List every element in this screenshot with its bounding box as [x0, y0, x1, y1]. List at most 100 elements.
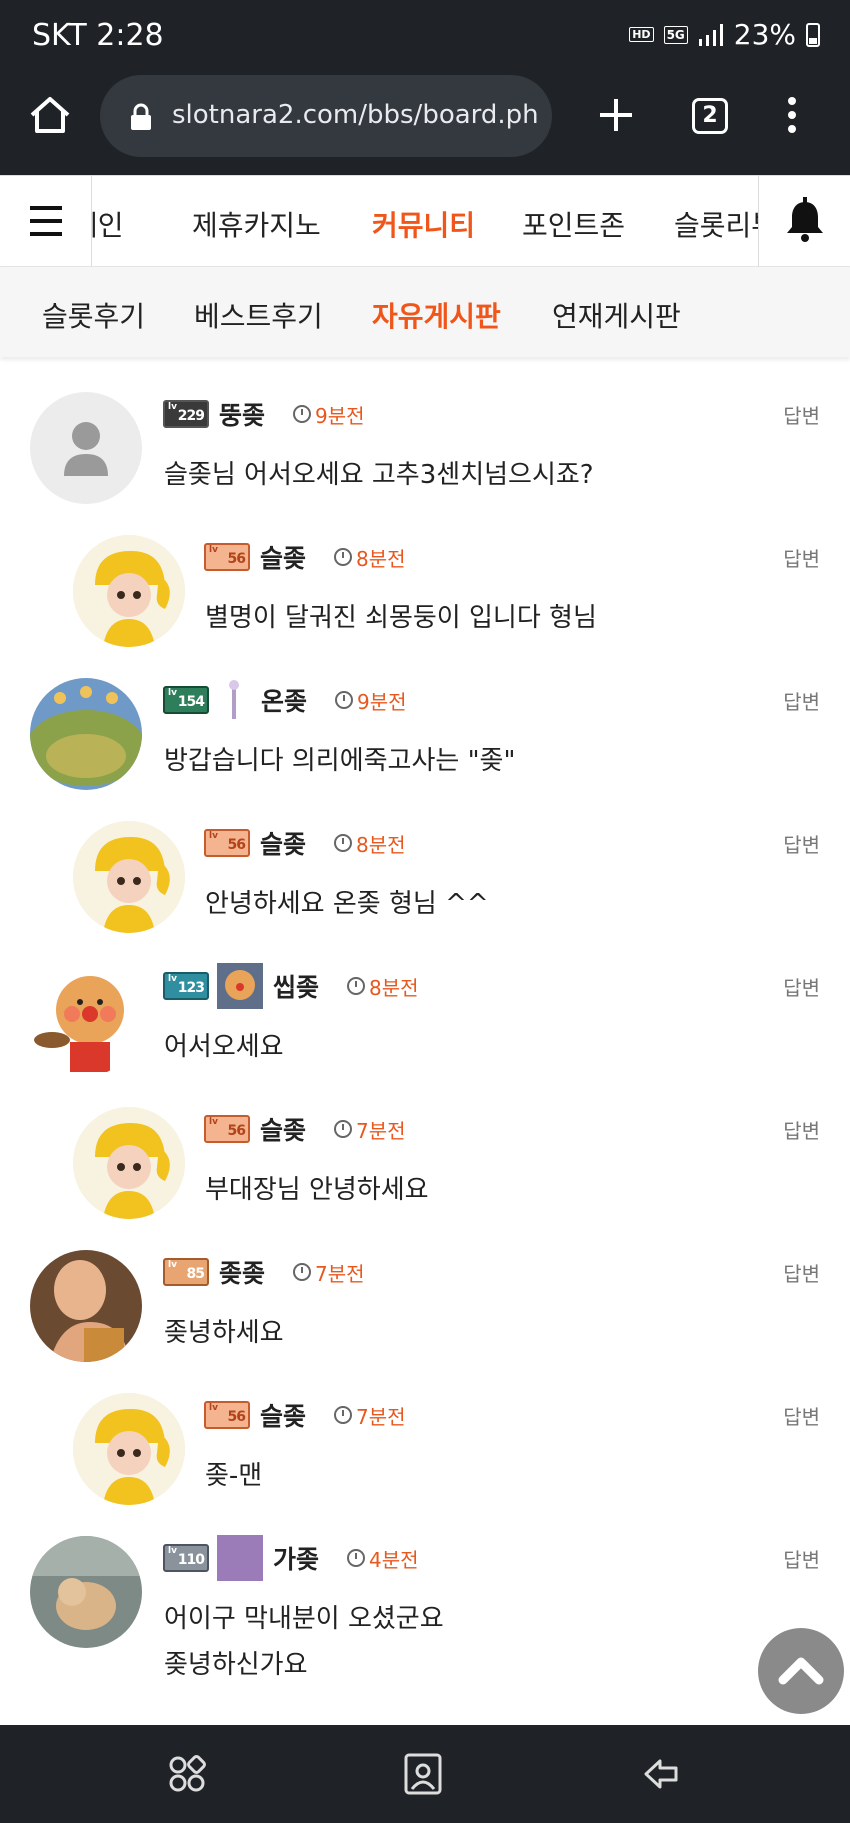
nickname[interactable]: 슬좆 — [260, 539, 306, 575]
back-icon[interactable] — [636, 1749, 686, 1799]
comment-meta: 56 슬좆 8분전 — [204, 823, 406, 863]
nickname[interactable]: 슬좆 — [260, 825, 306, 861]
nickname[interactable]: 온좆 — [261, 682, 307, 718]
avatar-yellow-character — [73, 1107, 185, 1219]
comment-text: 슬좆님 어서오세요 고추3센치넘으시죠? — [164, 460, 594, 490]
nav-item-point-zone[interactable]: 포인트존 — [522, 204, 625, 244]
comment-meta: 56 슬좆 8분전 — [204, 537, 406, 577]
browser-toolbar: slotnara2.com/bbs/board.php 2 — [0, 75, 850, 175]
notification-button[interactable] — [758, 176, 850, 267]
nav-item-partner-casino[interactable]: 제휴카지노 — [192, 204, 321, 244]
comment-time: 9분전 — [315, 403, 365, 428]
clock-icon — [334, 834, 353, 852]
comment-meta: 85 좆좆 7분전 — [163, 1252, 365, 1292]
avatar-yellow-character — [73, 1393, 185, 1505]
comment-text: 부대장님 안녕하세요 — [205, 1175, 429, 1205]
hamburger-icon — [30, 206, 62, 236]
carrier-time: SKT 2:28 — [32, 18, 164, 53]
reply-button[interactable]: 답변 — [783, 543, 820, 572]
reply-button[interactable]: 답변 — [783, 972, 820, 1001]
reply-button[interactable]: 답변 — [783, 829, 820, 858]
reply-button[interactable]: 답변 — [783, 1401, 820, 1430]
comment-item: 154 온좆 9분전 답변 방갑습니다 의리에죽고사는 "좆" — [30, 666, 820, 809]
comment-meta: 56 슬좆 7분전 — [204, 1395, 406, 1435]
reply-button[interactable]: 답변 — [783, 400, 820, 429]
avatar — [73, 821, 185, 933]
comment-reply-item: 56 슬좆 7분전 답변 좆-맨 — [73, 1381, 820, 1524]
comment-time: 7분전 — [315, 1261, 365, 1286]
home-icon[interactable] — [20, 85, 80, 145]
nickname[interactable]: 씹좆 — [273, 968, 319, 1004]
comment-meta: 154 온좆 9분전 — [163, 680, 407, 720]
scroll-top-button[interactable] — [758, 1628, 844, 1714]
comment-meta: 56 슬좆 7분전 — [204, 1109, 406, 1149]
tab-switcher-button[interactable]: 2 — [692, 98, 728, 134]
comment-time: 8분전 — [356, 546, 406, 571]
reply-button[interactable]: 답변 — [783, 686, 820, 715]
tab-best-reviews[interactable]: 베스트후기 — [194, 295, 323, 335]
clock-icon — [347, 1549, 366, 1567]
comment-meta: 229 뚱좆 9분전 — [163, 394, 365, 434]
avatar-dog-photo — [30, 1536, 142, 1648]
avatar — [73, 1107, 185, 1219]
comment-reply-item: 56 슬좆 8분전 답변 안녕하세요 온좆 형님 ^^ — [73, 809, 820, 952]
chevron-up-icon — [778, 1657, 824, 1685]
reply-button[interactable]: 답변 — [783, 1258, 820, 1287]
level-badge: 56 — [204, 543, 250, 571]
nickname[interactable]: 뚱좆 — [219, 396, 265, 432]
user-placeholder-icon — [64, 422, 108, 476]
comment-item: 85 좆좆 7분전 답변 좆녕하세요 — [30, 1238, 820, 1381]
lock-icon — [131, 103, 151, 130]
comment-meta: 123 씹좆 8분전 — [163, 963, 419, 1009]
hamburger-button[interactable] — [0, 176, 92, 267]
system-nav-bar — [0, 1725, 850, 1823]
url-text: slotnara2.com/bbs/board.php — [172, 100, 537, 130]
home-button-icon[interactable] — [398, 1749, 448, 1799]
plus-icon[interactable] — [586, 85, 646, 145]
level-badge: 110 — [163, 1544, 209, 1572]
reply-button[interactable]: 답변 — [783, 1544, 820, 1573]
anpanman-emblem-icon — [217, 963, 263, 1009]
clock-icon — [334, 1120, 353, 1138]
nav-item-main[interactable]: 메인 — [92, 204, 124, 244]
comment-text: 좆-맨 — [205, 1461, 263, 1491]
nickname[interactable]: 좆좆 — [219, 1254, 265, 1290]
status-icons: HD 5G 23% — [629, 18, 820, 51]
clock-icon — [334, 1406, 353, 1424]
comment-time: 4분전 — [369, 1547, 419, 1572]
avatar — [30, 1536, 142, 1648]
level-badge: 85 — [163, 1258, 209, 1286]
level-badge: 229 — [163, 400, 209, 428]
comment-text: 별명이 달궈진 쇠몽둥이 입니다 형님 — [205, 603, 597, 633]
comment-text-line: 어이구 막내분이 오셨군요 — [164, 1604, 444, 1634]
reply-button[interactable]: 답변 — [783, 1115, 820, 1144]
comment-text: 좆녕하세요 — [164, 1318, 284, 1348]
level-badge: 154 — [163, 686, 209, 714]
recent-apps-icon[interactable] — [162, 1749, 212, 1799]
comment-text-line: 좆녕하신가요 — [164, 1650, 308, 1680]
level-badge: 56 — [204, 1115, 250, 1143]
tab-free-board[interactable]: 자유게시판 — [372, 295, 501, 335]
nickname[interactable]: 가좆 — [273, 1540, 319, 1576]
more-vertical-icon[interactable] — [762, 85, 822, 145]
avatar — [30, 1250, 142, 1362]
level-badge: 56 — [204, 829, 250, 857]
clock-icon — [334, 548, 353, 566]
address-bar[interactable]: slotnara2.com/bbs/board.php — [100, 75, 552, 157]
bell-icon — [787, 197, 823, 242]
status-bar: SKT 2:28 HD 5G 23% — [0, 0, 850, 75]
avatar-photo — [30, 1250, 142, 1362]
hd-voice-icon: HD — [629, 27, 654, 42]
nav-item-slot-review[interactable]: 슬롯리뷰 — [674, 204, 758, 244]
staff-emblem-icon — [229, 680, 239, 719]
avatar — [30, 964, 142, 1076]
nickname[interactable]: 슬좆 — [260, 1397, 306, 1433]
clock-icon — [335, 691, 354, 709]
avatar — [30, 392, 142, 504]
nav-items: 메인 제휴카지노 커뮤니티 포인트존 슬롯리뷰 — [92, 176, 758, 267]
tab-slot-reviews[interactable]: 슬롯후기 — [42, 295, 145, 335]
tab-serial-board[interactable]: 연재게시판 — [552, 295, 681, 335]
avatar — [73, 1393, 185, 1505]
nav-item-community[interactable]: 커뮤니티 — [372, 204, 475, 244]
nickname[interactable]: 슬좆 — [260, 1111, 306, 1147]
